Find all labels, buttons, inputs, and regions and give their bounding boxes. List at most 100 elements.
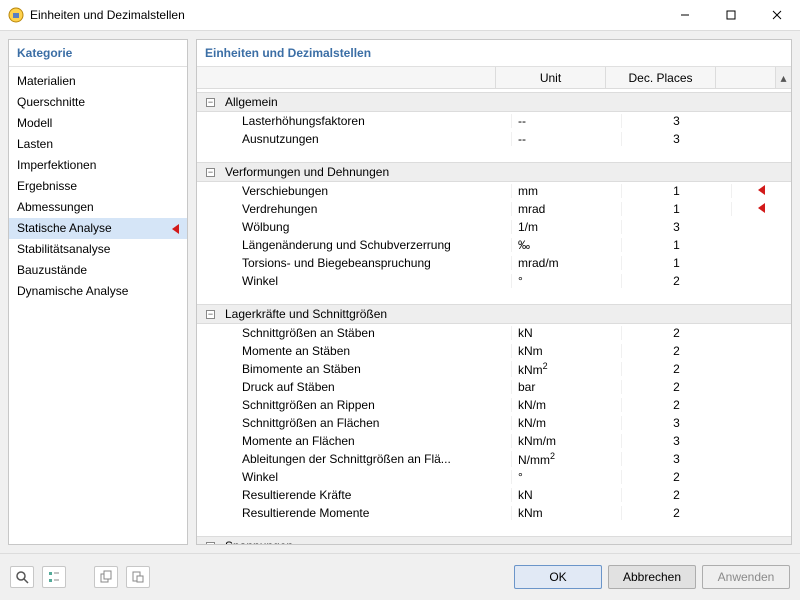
data-row[interactable]: Bimomente an StäbenkNm22	[197, 360, 791, 378]
apply-button[interactable]: Anwenden	[702, 565, 790, 589]
group-row[interactable]: −Spannungen	[197, 536, 791, 544]
setting-dec[interactable]: 1	[621, 256, 731, 270]
setting-unit[interactable]: --	[511, 114, 621, 128]
setting-unit[interactable]: 1/m	[511, 220, 621, 234]
close-button[interactable]	[754, 0, 800, 30]
category-item[interactable]: Materialien	[9, 71, 187, 92]
collapse-icon[interactable]: −	[206, 168, 215, 177]
data-row[interactable]: Winkel°2	[197, 272, 791, 290]
collapse-icon[interactable]: −	[206, 542, 215, 545]
search-icon-button[interactable]	[10, 566, 34, 588]
category-item[interactable]: Modell	[9, 113, 187, 134]
category-item[interactable]: Statische Analyse	[9, 218, 187, 239]
setting-unit[interactable]: bar	[511, 380, 621, 394]
setting-unit[interactable]: mrad	[511, 202, 621, 216]
data-row[interactable]: Resultierende KräftekN2	[197, 486, 791, 504]
cancel-button[interactable]: Abbrechen	[608, 565, 696, 589]
setting-dec[interactable]: 3	[621, 220, 731, 234]
data-row[interactable]: Ausnutzungen--3	[197, 130, 791, 148]
flag-icon	[758, 185, 765, 195]
setting-dec[interactable]: 3	[621, 434, 731, 448]
category-item[interactable]: Bauzustände	[9, 260, 187, 281]
setting-unit[interactable]: kNm/m	[511, 434, 621, 448]
data-row[interactable]: Winkel°2	[197, 468, 791, 486]
setting-dec[interactable]: 1	[621, 202, 731, 216]
settings-heading: Einheiten und Dezimalstellen	[197, 40, 791, 67]
column-dec: Dec. Places	[605, 67, 715, 88]
setting-dec[interactable]: 1	[621, 238, 731, 252]
setting-unit[interactable]: kNm	[511, 344, 621, 358]
category-item[interactable]: Imperfektionen	[9, 155, 187, 176]
setting-name: Längenänderung und Schubverzerrung	[197, 238, 511, 252]
category-item[interactable]: Ergebnisse	[9, 176, 187, 197]
setting-unit[interactable]: kNm	[511, 506, 621, 520]
data-row[interactable]: Verdrehungenmrad1	[197, 200, 791, 218]
setting-dec[interactable]: 3	[621, 416, 731, 430]
ok-button[interactable]: OK	[514, 565, 602, 589]
data-row[interactable]: Wölbung1/m3	[197, 218, 791, 236]
setting-dec[interactable]: 2	[621, 362, 731, 376]
setting-dec[interactable]: 2	[621, 470, 731, 484]
paste-icon-button[interactable]	[126, 566, 150, 588]
list-icon-button[interactable]	[42, 566, 66, 588]
group-row[interactable]: −Lagerkräfte und Schnittgrößen	[197, 304, 791, 324]
minimize-button[interactable]	[662, 0, 708, 30]
data-row[interactable]: Verschiebungenmm1	[197, 182, 791, 200]
setting-unit[interactable]: --	[511, 132, 621, 146]
setting-unit[interactable]: kNm2	[511, 361, 621, 377]
category-item-label: Dynamische Analyse	[17, 283, 179, 300]
data-row[interactable]: Druck auf Stäbenbar2	[197, 378, 791, 396]
setting-dec[interactable]: 2	[621, 326, 731, 340]
setting-unit[interactable]: mrad/m	[511, 256, 621, 270]
data-row[interactable]: Momente an StäbenkNm2	[197, 342, 791, 360]
setting-unit[interactable]: kN	[511, 326, 621, 340]
setting-dec[interactable]: 3	[621, 452, 731, 466]
setting-dec[interactable]: 3	[621, 132, 731, 146]
setting-name: Resultierende Momente	[197, 506, 511, 520]
data-row[interactable]: Momente an FlächenkNm/m3	[197, 432, 791, 450]
setting-dec[interactable]: 1	[621, 184, 731, 198]
setting-unit[interactable]: kN/m	[511, 398, 621, 412]
data-row[interactable]: Resultierende MomentekNm2	[197, 504, 791, 522]
setting-dec[interactable]: 2	[621, 380, 731, 394]
group-row[interactable]: −Verformungen und Dehnungen	[197, 162, 791, 182]
data-row[interactable]: Ableitungen der Schnittgrößen an Flä...N…	[197, 450, 791, 468]
setting-unit[interactable]: kN/m	[511, 416, 621, 430]
setting-dec[interactable]: 2	[621, 398, 731, 412]
setting-unit[interactable]: kN	[511, 488, 621, 502]
setting-unit[interactable]: ‰	[511, 238, 621, 252]
setting-unit[interactable]: N/mm2	[511, 451, 621, 467]
group-row[interactable]: −Allgemein	[197, 92, 791, 112]
copy-icon-button[interactable]	[94, 566, 118, 588]
window-title: Einheiten und Dezimalstellen	[30, 8, 185, 22]
data-row[interactable]: Schnittgrößen an StäbenkN2	[197, 324, 791, 342]
setting-dec[interactable]: 2	[621, 488, 731, 502]
setting-name: Schnittgrößen an Flächen	[197, 416, 511, 430]
data-row[interactable]: Lasterhöhungsfaktoren--3	[197, 112, 791, 130]
setting-dec[interactable]: 2	[621, 344, 731, 358]
category-item[interactable]: Abmessungen	[9, 197, 187, 218]
data-row[interactable]: Längenänderung und Schubverzerrung‰1	[197, 236, 791, 254]
category-item[interactable]: Dynamische Analyse	[9, 281, 187, 302]
maximize-button[interactable]	[708, 0, 754, 30]
collapse-icon[interactable]: −	[206, 310, 215, 319]
setting-unit[interactable]: °	[511, 274, 621, 288]
category-item[interactable]: Querschnitte	[9, 92, 187, 113]
grid-body[interactable]: −AllgemeinLasterhöhungsfaktoren--3Ausnut…	[197, 92, 791, 544]
category-item[interactable]: Lasten	[9, 134, 187, 155]
data-row[interactable]: Schnittgrößen an RippenkN/m2	[197, 396, 791, 414]
setting-unit[interactable]: mm	[511, 184, 621, 198]
setting-unit[interactable]: °	[511, 470, 621, 484]
setting-dec[interactable]: 2	[621, 506, 731, 520]
setting-name: Bimomente an Stäben	[197, 362, 511, 376]
setting-flag	[731, 184, 791, 198]
setting-dec[interactable]: 3	[621, 114, 731, 128]
scroll-up-icon[interactable]: ▴	[775, 67, 791, 88]
data-row[interactable]: Torsions- und Biegebeanspruchungmrad/m1	[197, 254, 791, 272]
data-row[interactable]: Schnittgrößen an FlächenkN/m3	[197, 414, 791, 432]
setting-dec[interactable]: 2	[621, 274, 731, 288]
collapse-icon[interactable]: −	[206, 98, 215, 107]
setting-name: Schnittgrößen an Stäben	[197, 326, 511, 340]
setting-name: Winkel	[197, 274, 511, 288]
category-item[interactable]: Stabilitätsanalyse	[9, 239, 187, 260]
